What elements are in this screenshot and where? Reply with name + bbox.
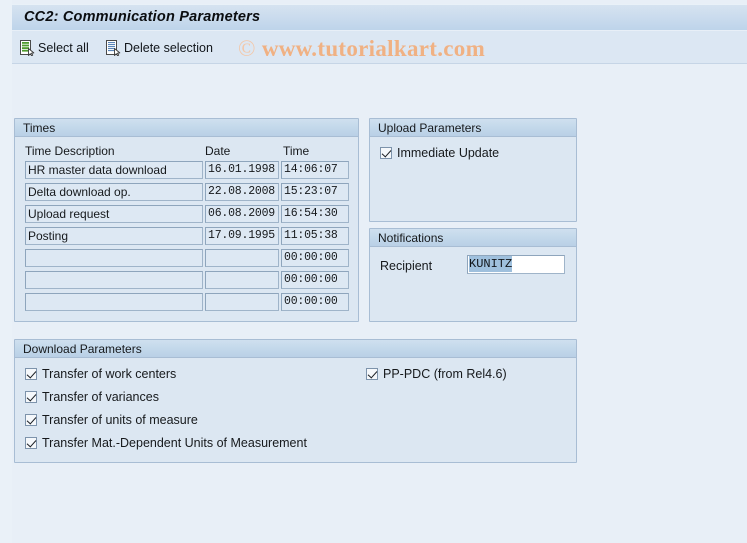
time-date-field[interactable]: 22.08.2008 [205,183,279,201]
checkbox-pp-pdc-label: PP-PDC (from Rel4.6) [383,367,507,381]
notifications-group-header: Notifications [370,229,576,247]
time-time-field[interactable]: 14:06:07 [281,161,349,179]
time-date-field[interactable] [205,271,279,289]
times-group-title: Times [23,121,56,135]
checkbox-transfer-variances[interactable]: Transfer of variances [25,390,159,404]
column-header-time: Time [283,144,310,158]
time-description-field[interactable] [25,293,203,311]
time-date-field[interactable] [205,249,279,267]
toolbar: Select all Delete selection [12,31,747,64]
time-description-field[interactable]: Posting [25,227,203,245]
checkbox-transfer-mat-dependent-units-label: Transfer Mat.-Dependent Units of Measure… [42,436,307,450]
time-time-field[interactable]: 16:54:30 [281,205,349,223]
times-group: Times Time Description Date Time HR mast… [14,118,359,322]
page-title: CC2: Communication Parameters [24,9,261,25]
window-left-gutter [0,0,12,543]
time-date-field[interactable]: 16.01.1998 [205,161,279,179]
time-description-field[interactable]: Delta download op. [25,183,203,201]
recipient-input[interactable]: KUNITZ [467,255,565,274]
select-all-button[interactable]: Select all [18,37,91,58]
sap-application-window: CC2: Communication Parameters Select all [0,0,747,543]
download-parameters-group: Download Parameters Transfer of work cen… [14,339,577,463]
delete-selection-document-icon [106,39,121,56]
checkbox-transfer-units-of-measure[interactable]: Transfer of units of measure [25,413,198,427]
download-parameters-group-header: Download Parameters [15,340,576,358]
checkbox-pp-pdc[interactable]: PP-PDC (from Rel4.6) [366,367,507,381]
select-all-document-icon [20,39,35,56]
time-time-field[interactable]: 00:00:00 [281,249,349,267]
time-time-field[interactable]: 00:00:00 [281,293,349,311]
upload-parameters-group: Upload Parameters Immediate Update [369,118,577,222]
delete-selection-label: Delete selection [124,40,213,55]
download-parameters-group-title: Download Parameters [23,342,142,356]
notifications-group-title: Notifications [378,231,444,245]
checkbox-immediate-update-label: Immediate Update [397,146,500,160]
delete-selection-button[interactable]: Delete selection [104,37,215,58]
notifications-group: Notifications Recipient KUNITZ [369,228,577,322]
checkbox-transfer-work-centers[interactable]: Transfer of work centers [25,367,176,381]
time-time-field[interactable]: 00:00:00 [281,271,349,289]
content-area: Times Time Description Date Time HR mast… [12,64,747,543]
checkbox-transfer-variances-label: Transfer of variances [42,390,159,404]
recipient-label: Recipient [380,259,433,273]
checkbox-icon [25,437,37,449]
checkbox-icon [366,368,378,380]
column-header-date: Date [205,144,231,158]
time-description-field[interactable]: HR master data download [25,161,203,179]
time-date-field[interactable] [205,293,279,311]
column-header-time-description: Time Description [25,144,115,158]
time-time-field[interactable]: 15:23:07 [281,183,349,201]
select-all-label: Select all [38,40,89,55]
upload-parameters-group-title: Upload Parameters [378,121,482,135]
times-group-header: Times [15,119,358,137]
checkbox-icon [25,391,37,403]
checkbox-transfer-units-of-measure-label: Transfer of units of measure [42,413,198,427]
checkbox-icon [25,414,37,426]
time-time-field[interactable]: 11:05:38 [281,227,349,245]
time-description-field[interactable] [25,249,203,267]
checkbox-transfer-work-centers-label: Transfer of work centers [42,367,177,381]
checkbox-icon [25,368,37,380]
time-date-field[interactable]: 06.08.2009 [205,205,279,223]
upload-parameters-group-header: Upload Parameters [370,119,576,137]
checkbox-transfer-mat-dependent-units[interactable]: Transfer Mat.-Dependent Units of Measure… [25,436,307,450]
checkbox-immediate-update[interactable]: Immediate Update [380,146,499,160]
title-bar: CC2: Communication Parameters [12,4,747,30]
recipient-input-value: KUNITZ [469,256,513,272]
time-description-field[interactable]: Upload request [25,205,203,223]
time-date-field[interactable]: 17.09.1995 [205,227,279,245]
time-description-field[interactable] [25,271,203,289]
checkbox-icon [380,147,392,159]
